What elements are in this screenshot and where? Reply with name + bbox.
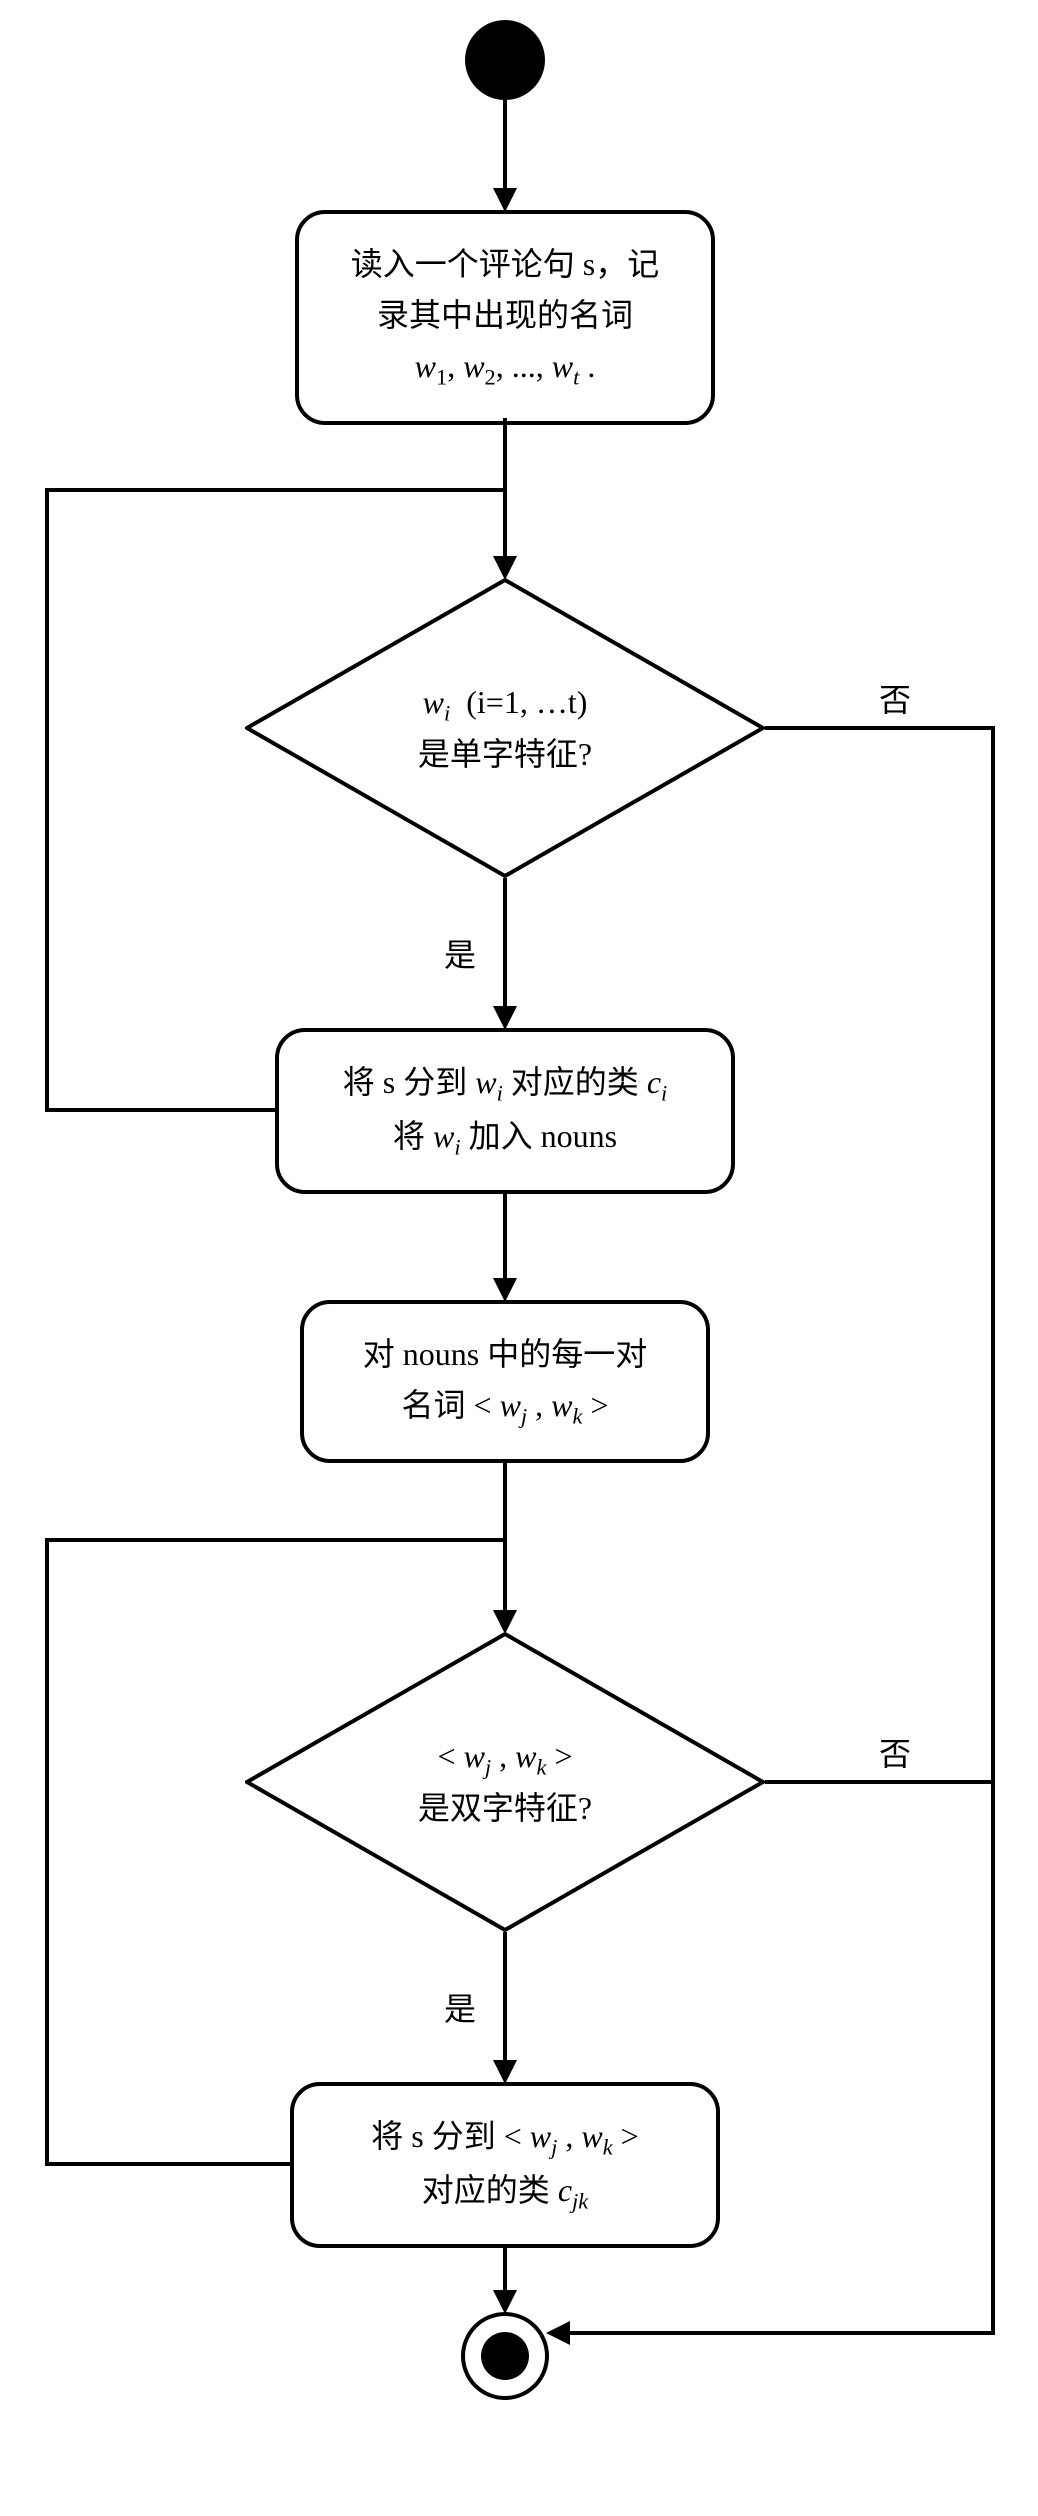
arrow [45,488,49,1112]
arrow [991,726,995,2331]
decision-text: < wj , wk > 是双字特征? [323,1732,687,1832]
text: 将 s 分到 wi 对应的类 ci [309,1057,701,1111]
arrow [45,488,505,492]
text: 将 wi 加入 nouns [309,1111,701,1165]
arrow [765,1780,993,1784]
start-node [465,20,545,100]
arrow [503,1932,507,2062]
arrow [503,2244,507,2292]
arrow [765,726,995,730]
arrow [558,2331,995,2335]
arrow [45,1108,275,1112]
arrow-head [493,188,517,212]
process-each-pair: 对 nouns 中的每一对 名词 < wj , wk > [300,1300,710,1463]
text: 将 s 分到 < wj , wk > [324,2111,686,2165]
arrow [503,878,507,1008]
text: 录其中出现的名词 [329,290,681,341]
label-no: 否 [875,675,915,721]
decision-double-char-feature: < wj , wk > 是双字特征? [245,1632,765,1932]
arrow-head [493,1006,517,1030]
formula: w1, w2, ..., wt . [329,341,681,395]
flowchart-container: 读入一个评论句 s，记 录其中出现的名词 w1, w2, ..., wt . w… [20,20,1018,2496]
arrow-head [546,2321,570,2345]
process-read-sentence: 读入一个评论句 s，记 录其中出现的名词 w1, w2, ..., wt . [295,210,715,425]
end-node [461,2312,549,2400]
text: 名词 < wj , wk > [334,1380,676,1434]
label-yes: 是 [440,930,480,976]
label-yes: 是 [440,1984,480,2030]
process-assign-class-ci: 将 s 分到 wi 对应的类 ci 将 wi 加入 nouns [275,1028,735,1194]
arrow [503,1462,507,1612]
arrow [503,100,507,190]
text: 对 nouns 中的每一对 [334,1329,676,1380]
arrow-head [493,2060,517,2084]
arrow-head [493,1610,517,1634]
arrow [503,1190,507,1280]
process-assign-class-cjk: 将 s 分到 < wj , wk > 对应的类 cjk [290,2082,720,2248]
decision-text: wi (i=1, …t) 是单字特征? [323,678,687,778]
arrow-head [493,1278,517,1302]
text: 读入一个评论句 s，记 [329,239,681,290]
arrow [45,2162,290,2166]
text: 对应的类 cjk [324,2165,686,2219]
arrow [45,1538,49,2166]
arrow [45,1538,505,1542]
decision-single-char-feature: wi (i=1, …t) 是单字特征? [245,578,765,878]
label-no: 否 [875,1729,915,1775]
arrow-head [493,2290,517,2314]
arrow-head [493,556,517,580]
